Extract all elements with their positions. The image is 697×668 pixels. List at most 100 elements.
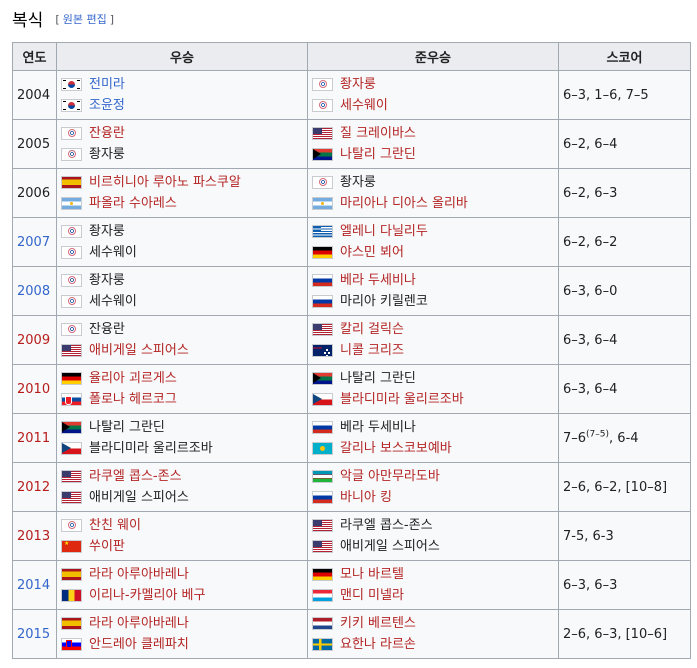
player-line: 나탈리 그란딘	[312, 144, 554, 165]
player-line: 모나 바르텔	[312, 564, 554, 585]
winners-cell: 나탈리 그란딘블라디미라 울리르조바	[56, 413, 308, 463]
year-cell: 2005	[12, 119, 57, 169]
year-cell[interactable]: 2009	[12, 315, 57, 365]
player-name[interactable]: 모나 바르텔	[340, 564, 404, 585]
player-line: 좡자룽	[61, 221, 303, 242]
flag-tpe-icon	[61, 295, 82, 308]
column-header-score[interactable]: 스코어	[558, 42, 691, 71]
player-name[interactable]: 이리나-카멜리아 베구	[89, 585, 205, 606]
score-cell: 6–2, 6–3	[558, 168, 691, 218]
year-cell[interactable]: 2007	[12, 217, 57, 267]
flag-usa-icon	[61, 491, 82, 504]
score-cell: 6–2, 6–2	[558, 217, 691, 267]
player-name[interactable]: 찬친 웨이	[89, 515, 141, 536]
player-name[interactable]: 마리아나 디아스 올리바	[340, 193, 468, 214]
flag-esp-icon	[61, 176, 82, 189]
player-name[interactable]: 엘레니 다닐리두	[340, 221, 428, 242]
player-name[interactable]: 요한나 라르손	[340, 634, 416, 655]
player-line: 마리아나 디아스 올리바	[312, 193, 554, 214]
flag-swe-icon	[312, 638, 333, 651]
player-name[interactable]: 베라 두세비나	[340, 270, 416, 291]
column-header-year[interactable]: 연도	[12, 42, 57, 71]
player-name[interactable]: 칼리 걸릭슨	[340, 319, 404, 340]
flag-tpe-icon	[312, 176, 333, 189]
flag-tpe-icon	[61, 127, 82, 140]
player-name[interactable]: 파올라 수아레스	[89, 193, 177, 214]
player-name[interactable]: 잔융란	[89, 123, 125, 144]
player-line: 블라디미라 울리르조바	[61, 438, 303, 459]
column-header-winners[interactable]: 우승	[56, 42, 308, 71]
year-cell[interactable]: 2015	[12, 609, 57, 659]
runners-up-cell: 나탈리 그란딘 블라디미라 울리르조바	[307, 364, 559, 414]
player-name[interactable]: 나탈리 그란딘	[340, 144, 416, 165]
flag-esp-icon	[61, 617, 82, 630]
player-name[interactable]: 갈리나 보스코보예바	[340, 438, 452, 459]
year-cell[interactable]: 2011	[12, 413, 57, 463]
player-name: 애비게일 스피어스	[340, 539, 440, 554]
player-line: 이리나-카멜리아 베구	[61, 585, 303, 606]
player-name[interactable]: 니콜 크리즈	[340, 340, 404, 361]
year-cell[interactable]: 2013	[12, 511, 57, 561]
column-header-runners-up[interactable]: 준우승	[307, 42, 559, 71]
player-name[interactable]: 맨디 미넬라	[340, 585, 404, 606]
player-name[interactable]: 라라 아루아바레나	[89, 613, 189, 634]
year-cell[interactable]: 2008	[12, 266, 57, 316]
flag-uzb-icon	[312, 470, 333, 483]
flag-ger-icon	[312, 246, 333, 259]
player-name: 좡자룽	[340, 175, 376, 190]
player-line: 블라디미라 울리르조바	[312, 389, 554, 410]
year-cell[interactable]: 2014	[12, 560, 57, 610]
player-name[interactable]: 바니아 킹	[340, 487, 392, 508]
year-cell[interactable]: 2010	[12, 364, 57, 414]
flag-rus-icon	[312, 491, 333, 504]
player-line: 칼리 걸릭슨	[312, 319, 554, 340]
player-line: 나탈리 그란딘	[312, 368, 554, 389]
flag-esp-icon	[61, 568, 82, 581]
flag-rus-icon	[312, 295, 333, 308]
player-line: 라쿠엘 콥스-존스	[61, 466, 303, 487]
player-name[interactable]: 좡자룽	[340, 74, 376, 95]
player-name[interactable]: 비르히니아 루아노 파스쿠알	[89, 172, 241, 193]
flag-ger-icon	[61, 372, 82, 385]
player-line: 파올라 수아레스	[61, 193, 303, 214]
winners-cell: 좡자룽 세수웨이	[56, 217, 308, 267]
player-name[interactable]: 키키 베르텐스	[340, 613, 416, 634]
player-name[interactable]: 쑤이판	[89, 536, 125, 557]
table-row: 2009 잔융란 애비게일 스피어스 칼리 걸릭슨 니콜 크리즈 6–3, 6–4	[12, 315, 691, 365]
player-name[interactable]: 세수웨이	[340, 95, 388, 116]
winners-cell: 라라 아루아바레나 이리나-카멜리아 베구	[56, 560, 308, 610]
player-line: 좡자룽	[61, 144, 303, 165]
player-name[interactable]: 율리아 괴르게스	[89, 368, 177, 389]
player-name[interactable]: 라쿠엘 콥스-존스	[89, 466, 182, 487]
player-name[interactable]: 애비게일 스피어스	[89, 340, 189, 361]
player-name[interactable]: 전미라	[89, 74, 125, 95]
winners-cell: 전미라 조윤정	[56, 70, 308, 120]
player-line: 마리아 키릴렌코	[312, 291, 554, 312]
edit-bracket-open: [	[55, 12, 60, 26]
player-line: 좡자룽	[312, 172, 554, 193]
player-name: 나탈리 그란딘	[89, 420, 165, 435]
runners-up-cell: 키키 베르텐스 요한나 라르손	[307, 609, 559, 659]
score-cell: 6–3, 6–3	[558, 560, 691, 610]
score-cell: 7-5, 6-3	[558, 511, 691, 561]
edit-source-link[interactable]: 원본 편집	[63, 13, 107, 26]
player-line: 비르히니아 루아노 파스쿠알	[61, 172, 303, 193]
table-row: 2008 좡자룽 세수웨이 베라 두세비나 마리아 키릴렌코 6–3, 6–0	[12, 266, 691, 316]
player-line: 애비게일 스피어스	[61, 340, 303, 361]
player-name[interactable]: 악글 아만무라도바	[340, 466, 440, 487]
player-name[interactable]: 조윤정	[89, 95, 125, 116]
year-cell[interactable]: 2012	[12, 462, 57, 512]
flag-usa-icon	[61, 344, 82, 357]
player-name[interactable]: 블라디미라 울리르조바	[340, 389, 464, 410]
score-cell: 6–2, 6–4	[558, 119, 691, 169]
score-main: 7–6	[563, 430, 587, 446]
table-row: 2014 라라 아루아바레나 이리나-카멜리아 베구 모나 바르텔 맨디 미넬라 6–3,…	[12, 560, 691, 610]
player-name[interactable]: 라라 아루아바레나	[89, 564, 189, 585]
player-name[interactable]: 질 크레이바스	[340, 123, 416, 144]
winners-cell: 찬친 웨이쑤이판	[56, 511, 308, 561]
player-name[interactable]: 야스민 뵈어	[340, 242, 404, 263]
player-name[interactable]: 안드레아 클레파치	[89, 634, 189, 655]
player-name[interactable]: 폴로나 헤르코그	[89, 389, 177, 410]
player-name: 좡자룽	[89, 273, 125, 288]
flag-kor-icon	[61, 99, 82, 112]
